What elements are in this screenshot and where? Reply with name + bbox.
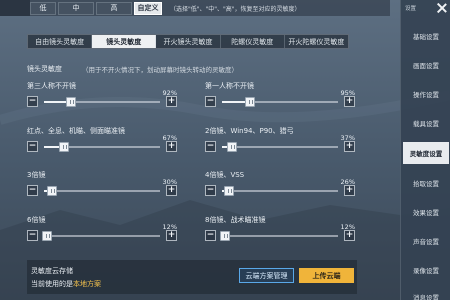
increase-button[interactable]: + [166, 141, 177, 152]
cloud-storage-title: 灵敏度云存储 [31, 267, 73, 275]
tab-fire-camera[interactable]: 开火镜头灵敏度 [156, 35, 221, 48]
slider-red-dot: 红点、全息、机瞄、侧面瞄准镜 67% − + [27, 126, 177, 166]
slider-label: 2倍镜、Win94、P90、猎弓 [205, 127, 294, 135]
slider-3x-scope: 3倍镜 30% − + [27, 170, 177, 210]
slider-label: 第一人称不开镜 [205, 82, 254, 90]
upload-cloud-button[interactable]: 上传云端 [299, 268, 354, 283]
increase-button[interactable]: + [344, 141, 355, 152]
sensitivity-preset-bar: 低 中 高 自定义 （选择"低"、"中"、"高"，恢复至对应的灵敏度） [0, 0, 390, 16]
sidebar-item-sensitivity[interactable]: 灵敏度设置 [403, 142, 449, 164]
sidebar-item-basic[interactable]: 基础设置 [403, 25, 449, 47]
sidebar-item-vehicle[interactable]: 载具设置 [403, 112, 449, 134]
increase-button[interactable]: + [344, 96, 355, 107]
slider-label: 6倍镜 [27, 216, 46, 224]
sidebar-header-label: 设置 [405, 6, 417, 12]
cloud-storage-panel: 灵敏度云存储 当前使用的是本地方案 云端方案管理 上传云端 [27, 260, 357, 294]
slider-label: 3倍镜 [27, 171, 46, 179]
slider-thumb[interactable] [223, 186, 234, 196]
slider-first-person: 第一人称不开镜 95% − + [205, 81, 355, 121]
sidebar-item-effects[interactable]: 效果设置 [403, 201, 449, 223]
slider-thumb[interactable] [42, 231, 53, 241]
slider-6x-scope: 6倍镜 12% − + [27, 215, 177, 255]
slider-thumb[interactable] [58, 142, 69, 152]
decrease-button[interactable]: − [27, 96, 38, 107]
slider-track[interactable] [222, 186, 338, 196]
increase-button[interactable]: + [166, 230, 177, 241]
preset-mid-button[interactable]: 中 [58, 1, 94, 15]
sensitivity-tabs: 自由镜头灵敏度 镜头灵敏度 开火镜头灵敏度 陀螺仪灵敏度 开火陀螺仪灵敏度 [27, 34, 349, 49]
sidebar-item-controls[interactable]: 操作设置 [403, 83, 449, 105]
slider-thumb[interactable] [65, 97, 76, 107]
preset-high-button[interactable]: 高 [96, 1, 132, 15]
sidebar-item-sound[interactable]: 声音设置 [403, 230, 449, 252]
slider-8x-scope: 8倍镜、战术瞄准镜 12% − + [205, 215, 355, 255]
slider-2x-scope: 2倍镜、Win94、P90、猎弓 37% − + [205, 126, 355, 166]
tab-fire-gyroscope[interactable]: 开火陀螺仪灵敏度 [285, 35, 348, 48]
slider-label: 红点、全息、机瞄、侧面瞄准镜 [27, 127, 125, 135]
sidebar-header: 设置 [401, 0, 450, 16]
preset-custom-button[interactable]: 自定义 [134, 1, 162, 15]
slider-track[interactable] [44, 97, 160, 107]
slider-thumb[interactable] [244, 97, 255, 107]
increase-button[interactable]: + [166, 185, 177, 196]
section-title: 镜头灵敏度 [27, 65, 62, 73]
increase-button[interactable]: + [344, 230, 355, 241]
section-description: （用于不开火情况下，划动屏幕时镜头转动的灵敏度） [82, 66, 238, 74]
preset-hint: （选择"低"、"中"、"高"，恢复至对应的灵敏度） [170, 5, 301, 13]
slider-track[interactable] [44, 186, 160, 196]
slider-thumb[interactable] [47, 186, 58, 196]
tab-camera[interactable]: 镜头灵敏度 [92, 35, 157, 48]
tab-free-look[interactable]: 自由镜头灵敏度 [28, 35, 93, 48]
preset-bar-edge [0, 0, 30, 16]
slider-thumb[interactable] [220, 231, 231, 241]
slider-third-person: 第三人称不开镜 92% − + [27, 81, 177, 121]
decrease-button[interactable]: − [27, 141, 38, 152]
current-plan-prefix: 当前使用的是 [31, 280, 73, 288]
close-icon[interactable] [437, 3, 447, 13]
increase-button[interactable]: + [166, 96, 177, 107]
decrease-button[interactable]: − [205, 96, 216, 107]
slider-track[interactable] [44, 142, 160, 152]
sidebar-item-graphics[interactable]: 画面设置 [403, 54, 449, 76]
sidebar-item-pickup[interactable]: 拾取设置 [403, 172, 449, 194]
slider-track[interactable] [220, 231, 338, 241]
slider-track[interactable] [222, 142, 338, 152]
cloud-plan-manage-button[interactable]: 云端方案管理 [239, 268, 294, 283]
slider-label: 8倍镜、战术瞄准镜 [205, 216, 266, 224]
decrease-button[interactable]: − [27, 185, 38, 196]
decrease-button[interactable]: − [205, 230, 216, 241]
settings-sidebar: 设置 基础设置 画面设置 操作设置 载具设置 灵敏度设置 拾取设置 效果设置 声… [400, 0, 450, 300]
slider-track[interactable] [42, 231, 160, 241]
slider-label: 第三人称不开镜 [27, 82, 76, 90]
decrease-button[interactable]: − [27, 230, 38, 241]
decrease-button[interactable]: − [205, 185, 216, 196]
tab-gyroscope[interactable]: 陀螺仪灵敏度 [221, 35, 285, 48]
current-plan-name: 本地方案 [73, 280, 101, 288]
slider-label: 4倍镜、VSS [205, 171, 245, 179]
decrease-button[interactable]: − [205, 141, 216, 152]
sidebar-item-recording[interactable]: 录像设置 [403, 259, 449, 281]
sidebar-item-messages[interactable]: 消息设置 [403, 286, 449, 300]
increase-button[interactable]: + [344, 185, 355, 196]
preset-low-button[interactable]: 低 [30, 1, 56, 15]
slider-4x-scope: 4倍镜、VSS 26% − + [205, 170, 355, 210]
slider-thumb[interactable] [227, 142, 238, 152]
slider-track[interactable] [222, 97, 338, 107]
current-plan-text: 当前使用的是本地方案 [31, 279, 101, 289]
